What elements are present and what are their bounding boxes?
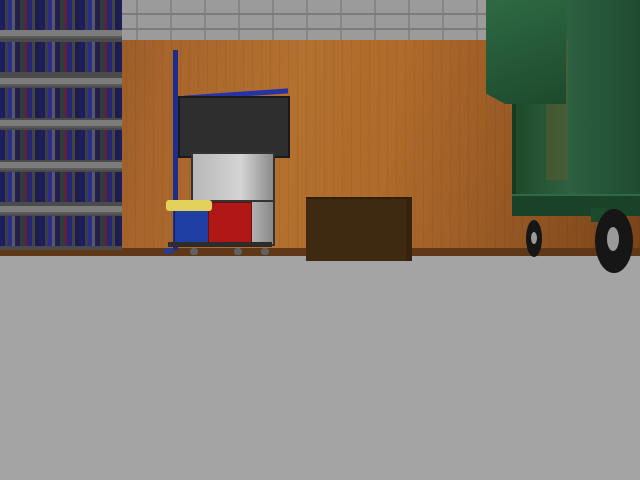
cart-base: [168, 242, 272, 247]
floor[interactable]: [0, 256, 640, 480]
cart-yellow-cloth[interactable]: [166, 200, 212, 211]
dumpster-wheel-left: [526, 220, 542, 257]
book-row: [0, 216, 122, 246]
cart-wheel: [234, 248, 242, 255]
cart-wheel: [164, 248, 174, 254]
cart-blue-bucket[interactable]: [174, 205, 212, 245]
cart-trash-bag: [178, 96, 290, 158]
shelf-board: [0, 78, 122, 86]
bookshelf[interactable]: [0, 0, 122, 250]
game-viewport[interactable]: [0, 0, 640, 480]
cart-wheel: [261, 248, 269, 255]
brown-crate[interactable]: [306, 197, 412, 261]
cart-red-bucket[interactable]: [208, 202, 252, 245]
book-row: [0, 0, 122, 30]
book-row: [0, 42, 122, 72]
shelf-board: [0, 162, 122, 170]
janitor-cart[interactable]: [164, 50, 292, 260]
shelf-board: [0, 206, 122, 214]
shelf-board: [0, 30, 122, 38]
green-dumpster[interactable]: [486, 0, 640, 275]
book-row: [0, 130, 122, 160]
shelf-board: [0, 120, 122, 128]
cart-wheel: [190, 248, 198, 255]
cart-upper-bin: [191, 152, 275, 204]
book-row: [0, 172, 122, 202]
book-row: [0, 88, 122, 118]
dumpster-wheel-right: [595, 209, 633, 273]
dumpster-lid[interactable]: [486, 0, 566, 104]
